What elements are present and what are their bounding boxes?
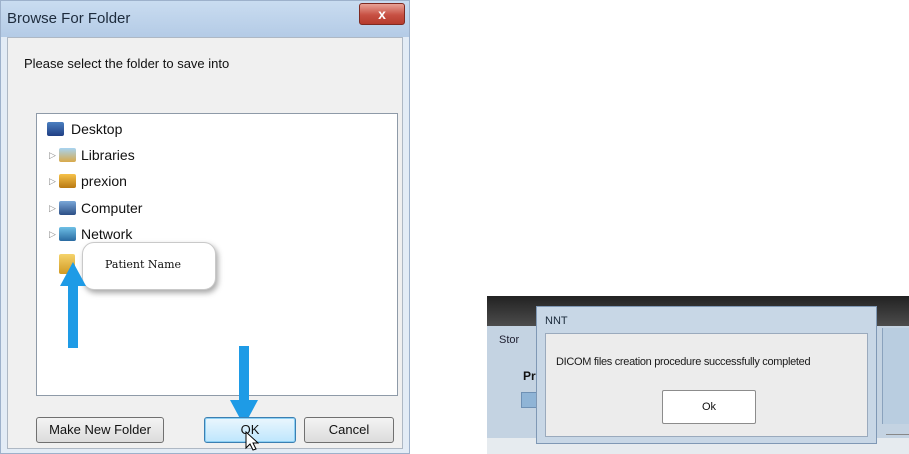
callout-text: Patient Name <box>105 258 182 271</box>
expand-arrow-icon[interactable]: ▷ <box>49 203 56 214</box>
desktop-icon <box>47 122 64 136</box>
network-icon <box>59 227 76 241</box>
message-dialog-body: DICOM files creation procedure successfu… <box>545 333 868 437</box>
divider <box>886 434 909 435</box>
ok-button[interactable]: Ok <box>662 390 756 424</box>
close-icon: x <box>378 6 386 22</box>
background-side-panel <box>882 328 909 424</box>
background-window-title: Stor <box>499 334 520 346</box>
user-folder-icon <box>59 174 76 188</box>
libraries-icon <box>59 148 76 162</box>
patient-name-callout: Patient Name <box>82 242 216 290</box>
close-button[interactable]: x <box>359 3 405 25</box>
tree-item-label: Computer <box>81 200 143 216</box>
expand-arrow-icon[interactable]: ▷ <box>49 229 56 240</box>
mouse-cursor-icon <box>245 431 259 451</box>
folder-prompt: Please select the folder to save into <box>24 56 230 71</box>
tree-item-label: Network <box>81 226 133 242</box>
background-heading: Pr <box>523 369 536 383</box>
message-dialog-title: NNT <box>545 315 568 327</box>
nnt-message-dialog: NNT DICOM files creation procedure succe… <box>536 306 877 444</box>
arrow-down-icon <box>230 346 258 426</box>
make-new-folder-button[interactable]: Make New Folder <box>36 417 164 443</box>
tree-item-computer[interactable]: ▷ Computer <box>37 199 237 221</box>
tree-item-desktop[interactable]: Desktop <box>37 120 237 142</box>
completion-message: DICOM files creation procedure successfu… <box>556 356 811 368</box>
computer-icon <box>59 201 76 215</box>
tree-item-label: Libraries <box>81 147 135 163</box>
tree-item-label: prexion <box>81 173 127 189</box>
tree-item-prexion[interactable]: ▷ prexion <box>37 172 237 194</box>
tree-item-libraries[interactable]: ▷ Libraries <box>37 146 237 168</box>
arrow-up-icon <box>60 262 86 348</box>
expand-arrow-icon[interactable]: ▷ <box>49 176 56 187</box>
dialog-title: Browse For Folder <box>7 10 131 27</box>
cancel-button[interactable]: Cancel <box>304 417 394 443</box>
expand-arrow-icon[interactable]: ▷ <box>49 150 56 161</box>
tree-item-label: Desktop <box>71 121 123 137</box>
dialog-titlebar[interactable]: Browse For Folder x <box>1 1 409 37</box>
